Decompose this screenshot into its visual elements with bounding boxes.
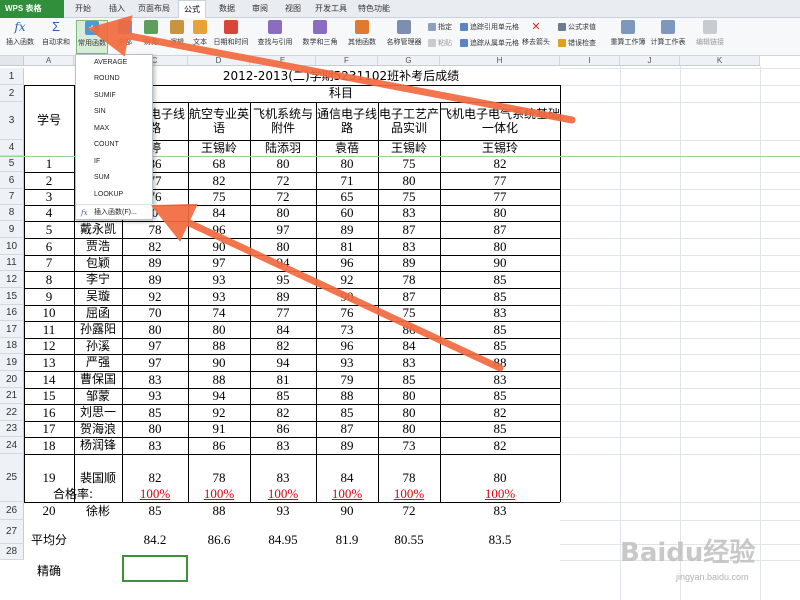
wps-spreadsheet-window: { "app":{"logo":"WPS 表格"}, "menu_tabs":[… [0, 0, 800, 600]
arrow-to-common-functions [87, 15, 576, 124]
watermark-text: Baidu经验 [620, 538, 756, 568]
watermark-url: jingyan.baidu.com [676, 572, 749, 582]
baidu-watermark: Baidu经验 jingyan.baidu.com [616, 532, 786, 588]
annotation-arrows [87, 15, 576, 372]
arrow-to-insert-function [150, 203, 504, 372]
